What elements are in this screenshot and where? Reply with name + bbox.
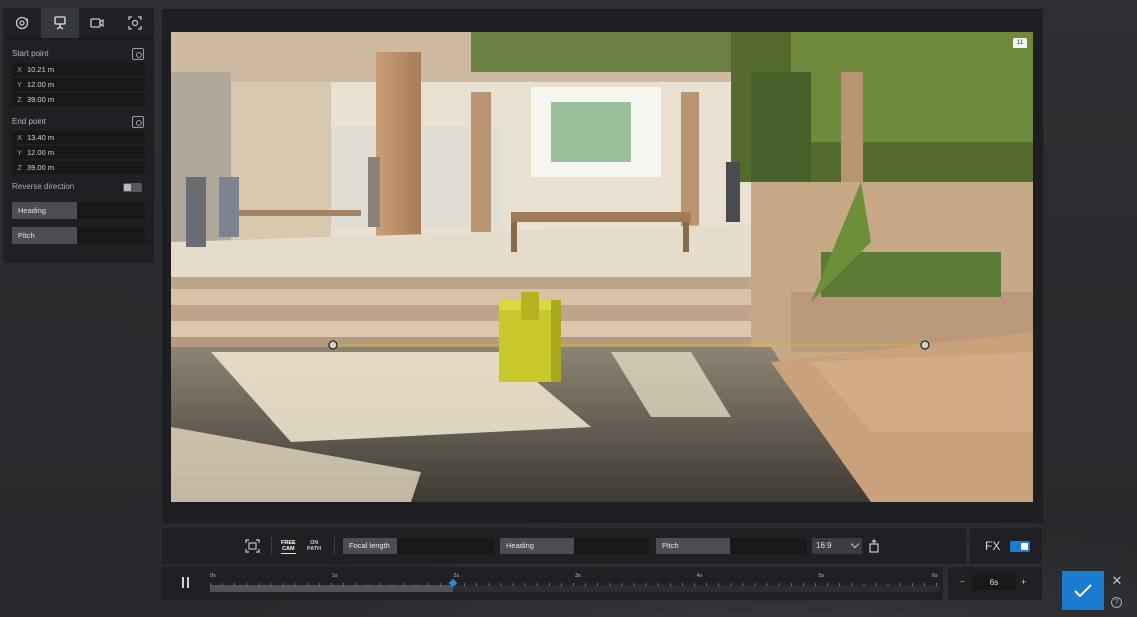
heading-field-label: Heading: [506, 541, 534, 550]
fx-toggle[interactable]: [1010, 541, 1030, 552]
timeline-tick-label: 0s: [210, 573, 216, 579]
reverse-direction-toggle[interactable]: [123, 183, 142, 192]
timeline-tick-label: 3s: [575, 573, 581, 579]
reverse-direction-label: Reverse direction: [12, 182, 75, 191]
end-point-label: End point: [12, 117, 46, 126]
camera-object-icon[interactable]: [499, 292, 561, 382]
aspect-ratio-select[interactable]: 16:9: [812, 538, 862, 554]
tab-orbit[interactable]: [3, 8, 41, 38]
rendered-scene-image: [171, 32, 1033, 502]
frame-camera-button[interactable]: [245, 539, 260, 558]
camera-tripod-icon: [53, 16, 66, 30]
heading-slider[interactable]: Heading: [12, 202, 145, 219]
axis-label: Z: [17, 95, 22, 104]
pitch-slider-label: Pitch: [18, 231, 35, 240]
chevron-down-icon: [850, 539, 860, 549]
tab-fixed-camera[interactable]: [40, 8, 79, 38]
duration-input[interactable]: 6s: [972, 575, 1016, 590]
axis-label: Z: [17, 163, 22, 172]
duration-control: − 6s +: [948, 567, 1042, 600]
axis-label: Y: [16, 148, 22, 157]
checkmark-icon: [1074, 583, 1092, 597]
focal-length-slider[interactable]: Focal length: [343, 538, 493, 554]
axis-label: X: [16, 133, 22, 142]
divider: [271, 537, 272, 555]
focus-frame-icon: [128, 16, 142, 30]
start-point-title: Start point: [3, 46, 154, 62]
path-start-handle[interactable]: [328, 340, 338, 350]
timeline-tick-label: 2s: [453, 573, 460, 579]
camera-settings-bar: FREE CAM ON PATH Focal length Heading Pi…: [162, 528, 966, 564]
tab-video-camera[interactable]: [79, 8, 117, 38]
timeline-progress: [210, 585, 454, 592]
render-viewport[interactable]: 11: [171, 32, 1033, 502]
end-z-field[interactable]: Z 39.00 m: [12, 161, 145, 174]
screenshot-frame-icon: [245, 539, 260, 553]
pick-end-point-button[interactable]: [132, 116, 144, 128]
divider: [334, 537, 335, 555]
increase-duration-button[interactable]: +: [1021, 577, 1026, 587]
axis-label: Y: [16, 80, 22, 89]
timeline-ticks: [210, 583, 940, 586]
orientation-button[interactable]: [869, 539, 881, 558]
free-cam-button[interactable]: FREE CAM: [281, 540, 296, 554]
reverse-direction-row: Reverse direction: [3, 178, 154, 196]
camera-path-panel: Start point X 10.21 m Y 12.00 m Z 39.00 …: [3, 8, 154, 263]
timeline-tick-label: 4s: [696, 573, 703, 579]
tab-focus[interactable]: [116, 8, 154, 38]
aspect-ratio-value: 16:9: [816, 541, 832, 550]
path-end-handle[interactable]: [920, 340, 930, 350]
fx-panel: FX: [970, 528, 1042, 564]
start-y-value: 12.00 m: [27, 80, 55, 89]
close-button[interactable]: ✕: [1108, 572, 1126, 590]
end-x-value: 13.40 m: [27, 133, 55, 142]
orbit-icon: [15, 16, 29, 30]
pick-start-point-button[interactable]: [132, 48, 144, 60]
end-point-title: End point: [3, 114, 154, 130]
free-cam-line2: CAM: [282, 546, 295, 552]
focal-length-label: Focal length: [349, 541, 390, 550]
end-x-field[interactable]: X 13.40 m: [12, 131, 145, 144]
start-point-label: Start point: [12, 49, 49, 58]
heading-field[interactable]: Heading: [500, 538, 650, 554]
start-y-field[interactable]: Y 12.00 m: [12, 78, 145, 91]
on-path-button[interactable]: ON PATH: [307, 540, 321, 552]
end-z-value: 39.00 m: [27, 163, 55, 172]
start-z-value: 39.00 m: [27, 95, 55, 104]
viewport-badge: 11: [1013, 38, 1027, 48]
pitch-field[interactable]: Pitch: [656, 538, 806, 554]
on-path-line2: PATH: [307, 546, 322, 552]
timeline-track[interactable]: [210, 585, 940, 592]
start-x-value: 10.21 m: [27, 65, 55, 74]
camera-mode-tabs: [3, 8, 154, 39]
rotate-frame-icon: [869, 539, 879, 553]
end-y-field[interactable]: Y 12.00 m: [12, 146, 145, 159]
decrease-duration-button[interactable]: −: [960, 577, 965, 586]
help-button[interactable]: ?: [1111, 597, 1122, 608]
end-y-value: 12.00 m: [27, 148, 55, 157]
axis-label: X: [16, 65, 22, 74]
pitch-field-label: Pitch: [662, 541, 679, 550]
video-camera-icon: [90, 18, 104, 28]
timeline-tick-label: 6s: [932, 573, 938, 579]
heading-slider-label: Heading: [18, 206, 46, 215]
timeline-bar: 0s 1s 2s 3s 4s 5s 6s: [162, 567, 943, 600]
pause-icon[interactable]: [181, 577, 191, 588]
start-x-field[interactable]: X 10.21 m: [12, 63, 145, 76]
start-z-field[interactable]: Z 39.00 m: [12, 93, 145, 106]
fx-label: FX: [985, 539, 1001, 553]
pitch-slider[interactable]: Pitch: [12, 227, 145, 244]
timeline-tick-label: 1s: [331, 573, 338, 579]
timeline-tick-label: 5s: [818, 573, 825, 579]
confirm-button[interactable]: [1062, 571, 1104, 610]
